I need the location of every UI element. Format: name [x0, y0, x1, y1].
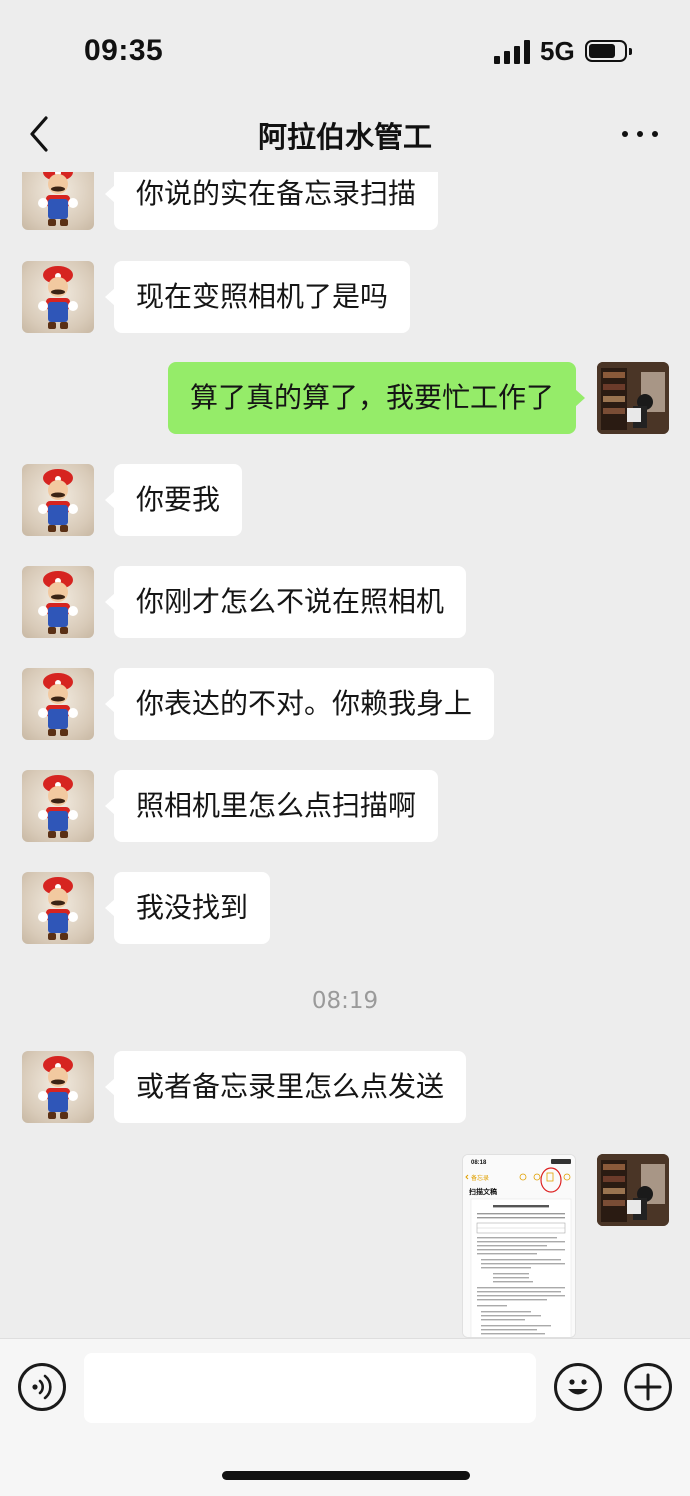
status-time: 09:35 — [84, 34, 164, 67]
contact-avatar[interactable] — [22, 566, 94, 638]
message-list[interactable]: 你说的实在备忘录扫描 现在变照相机了是吗 算了真的算了，我要忙工作了 你要我 你… — [0, 172, 690, 1338]
message-timestamp: 08:19 — [311, 988, 379, 1014]
contact-avatar[interactable] — [22, 261, 94, 333]
image-message[interactable]: 08:18 备忘录 扫描文稿 — [462, 1154, 576, 1338]
contact-avatar[interactable] — [22, 668, 94, 740]
contact-avatar[interactable] — [22, 172, 94, 230]
self-avatar[interactable] — [597, 362, 669, 434]
svg-text:08:18: 08:18 — [471, 1160, 487, 1166]
chat-title: 阿拉伯水管工 — [257, 120, 432, 154]
message-bubble[interactable]: 你表达的不对。你赖我身上 — [104, 668, 495, 740]
message-bubble[interactable]: 你说的实在备忘录扫描 — [104, 172, 439, 230]
message-bubble-outgoing[interactable]: 算了真的算了，我要忙工作了 — [167, 362, 586, 434]
message-bubble[interactable]: 或者备忘录里怎么点发送 — [104, 1051, 467, 1123]
self-avatar[interactable] — [597, 1154, 669, 1226]
message-bubble[interactable]: 你刚才怎么不说在照相机 — [104, 566, 467, 638]
battery-icon — [585, 40, 632, 62]
more-button[interactable] — [622, 122, 662, 144]
chat-header: 阿拉伯水管工 — [0, 100, 690, 172]
screenshot-preview: 08:18 备忘录 扫描文稿 — [463, 1155, 575, 1337]
more-functions-button[interactable] — [624, 1363, 672, 1411]
network-label: 5G — [540, 36, 575, 66]
contact-avatar[interactable] — [22, 464, 94, 536]
more-dots-icon — [622, 131, 628, 137]
message-bubble[interactable]: 照相机里怎么点扫描啊 — [104, 770, 439, 842]
contact-avatar[interactable] — [22, 770, 94, 842]
message-input[interactable] — [84, 1353, 536, 1423]
message-bubble[interactable]: 你要我 — [104, 464, 243, 536]
message-bubble[interactable]: 我没找到 — [104, 872, 271, 944]
signal-icon — [494, 40, 530, 64]
message-bubble[interactable]: 现在变照相机了是吗 — [104, 261, 411, 333]
home-indicator[interactable] — [222, 1471, 470, 1480]
voice-button[interactable] — [18, 1363, 66, 1411]
voice-icon — [32, 1374, 52, 1400]
emoji-button[interactable] — [554, 1363, 602, 1411]
plus-icon — [634, 1373, 662, 1401]
emoji-icon — [568, 1379, 588, 1395]
screenshot-back-label: 备忘录 — [471, 1174, 489, 1182]
contact-avatar[interactable] — [22, 1051, 94, 1123]
screenshot-doc-title: 扫描文稿 — [469, 1187, 497, 1196]
contact-avatar[interactable] — [22, 872, 94, 944]
status-bar: 09:35 5G — [0, 0, 690, 100]
